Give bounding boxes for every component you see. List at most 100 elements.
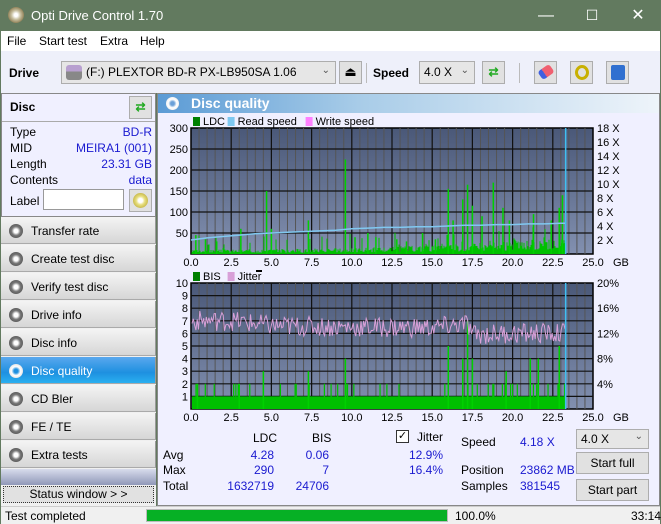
y2-tick-label: 6 X [597,207,614,219]
x-axis-unit: GB [613,412,629,423]
eject-button[interactable]: ⏏ [339,61,362,84]
x-tick-label: 22.5 [542,412,563,423]
jitter-checkbox[interactable]: ✓ [396,430,409,443]
nav-create-test-disc[interactable]: Create test disc [1,245,156,272]
y-tick-label: 5 [182,341,188,353]
menu-extra[interactable]: Extra [100,34,128,48]
settings-button[interactable] [570,61,593,84]
y2-tick-label: 12 X [597,165,620,177]
y-tick-label: 4 [182,354,188,366]
label-key: Label [10,194,40,208]
create-disc-icon [9,252,23,266]
test-speed-select[interactable]: 4.0 X ⌄ [576,429,649,449]
app-disc-icon [8,7,24,23]
total-label: Total [163,479,189,493]
progress-fill [147,510,447,521]
speed-label: Speed [461,435,496,449]
avg-bis-value: 0.06 [305,448,329,462]
minimize-button[interactable]: — [523,0,569,31]
progress-label: 100.0% [455,509,496,523]
samples-value: 381545 [520,479,561,493]
legend-label: BIS [203,271,221,283]
y-tick-label: 2 [182,379,188,391]
nav-disc-quality[interactable]: Disc quality [1,357,156,384]
avg-label: Avg [163,448,184,462]
nav-transfer-rate[interactable]: Transfer rate [1,217,156,244]
drive-info-icon [9,308,23,322]
close-button[interactable]: ✕ [615,0,661,31]
start-full-button[interactable]: Start full [576,452,649,474]
menu-file[interactable]: File [7,34,26,48]
bis-baseline [192,396,566,409]
nav-verify-test-disc[interactable]: Verify test disc [1,273,156,300]
disc-length-value: 23.31 GB [101,157,152,171]
y2-tick-label: 4 X [597,221,614,233]
label-input[interactable] [43,189,124,210]
nav-disc-info[interactable]: Disc info [1,329,156,356]
legend-label: Read speed [238,116,297,128]
divider [2,121,155,122]
col-bis-header: BIS [312,431,332,445]
refresh-arrows-icon: ⇄ [135,100,146,114]
y2-tick-label: 16% [597,303,619,315]
disc-length-key: Length [10,157,47,171]
position-value: 23862 MB [520,463,575,477]
save-button[interactable] [606,61,629,84]
label-apply-button[interactable] [129,189,152,212]
nav-extra-tests[interactable]: Extra tests [1,441,156,468]
avg-ldc-value: 4.28 [250,448,274,462]
erase-button[interactable] [534,61,557,84]
gears-icon [575,65,589,80]
status-window-button[interactable]: Status window > > [3,486,154,503]
legend-marker [256,270,262,272]
legend-swatch [227,272,235,281]
nav-fe-te[interactable]: FE / TE [1,413,156,440]
speed-label: Speed [373,66,410,80]
disc-type-key: Type [10,125,37,139]
x-tick-label: 12.5 [381,412,402,423]
x-tick-label: 15.0 [421,257,442,268]
eraser-icon [537,63,555,81]
x-tick-label: 25.0 [582,257,603,268]
x-tick-label: 17.5 [462,412,483,423]
refresh-arrows-icon: ⇄ [488,65,499,79]
nav-label: Extra tests [31,448,88,462]
speed-select[interactable]: 4.0 X ⌄ [419,61,475,84]
nav-cd-bler[interactable]: CD Bler [1,385,156,412]
legend-swatch [305,117,313,126]
x-tick-label: 17.5 [462,257,483,268]
nav-drive-info[interactable]: Drive info [1,301,156,328]
y-tick-label: 150 [170,186,188,198]
drive-select-value: (F:) PLEXTOR BD-R PX-LB950SA 1.06 [86,65,297,79]
disc-info-panel: Disc ⇄ Type BD-R MID MEIRA1 (001) Length 23… [1,93,156,217]
y-tick-label: 9 [182,291,188,303]
y-tick-label: 7 [182,316,188,328]
menu-start-test[interactable]: Start test [39,34,87,48]
speed-select-value: 4.0 X [424,65,453,79]
disc-quality-panel: Disc quality 50 100 150 200 250 300 2 X 4 X 6 X 8… [157,93,660,506]
y-tick-label: 300 [170,123,188,135]
drive-select[interactable]: (F:) PLEXTOR BD-R PX-LB950SA 1.06 ⌄ [61,61,336,84]
maximize-button[interactable]: ☐ [569,0,615,31]
left-panel: Disc ⇄ Type BD-R MID MEIRA1 (001) Length 23… [1,93,156,506]
start-part-button[interactable]: Start part [576,479,649,501]
legend-label: Jitter [238,271,262,283]
x-tick-label: 7.5 [304,257,319,268]
legend-swatch [193,117,200,126]
menu-help[interactable]: Help [140,34,165,48]
x-axis-unit: GB [613,257,629,268]
disc-info-icon [9,336,23,350]
y-tick-label: 1 [182,391,188,403]
x-tick-label: 10.0 [341,257,362,268]
drive-icon [66,65,82,80]
nav-label: Disc quality [31,364,93,378]
disc-refresh-button[interactable]: ⇄ [129,96,152,119]
disc-mid-value: MEIRA1 (001) [75,141,152,155]
y2-tick-label: 14 X [597,151,620,163]
jitter-label: Jitter [417,430,444,444]
refresh-button[interactable]: ⇄ [482,61,505,84]
x-tick-label: 22.5 [542,257,563,268]
chevron-down-icon: ⌄ [321,65,330,76]
panel-title: Disc quality [191,95,270,111]
resize-grip-icon[interactable]: ⋰ [649,511,657,520]
